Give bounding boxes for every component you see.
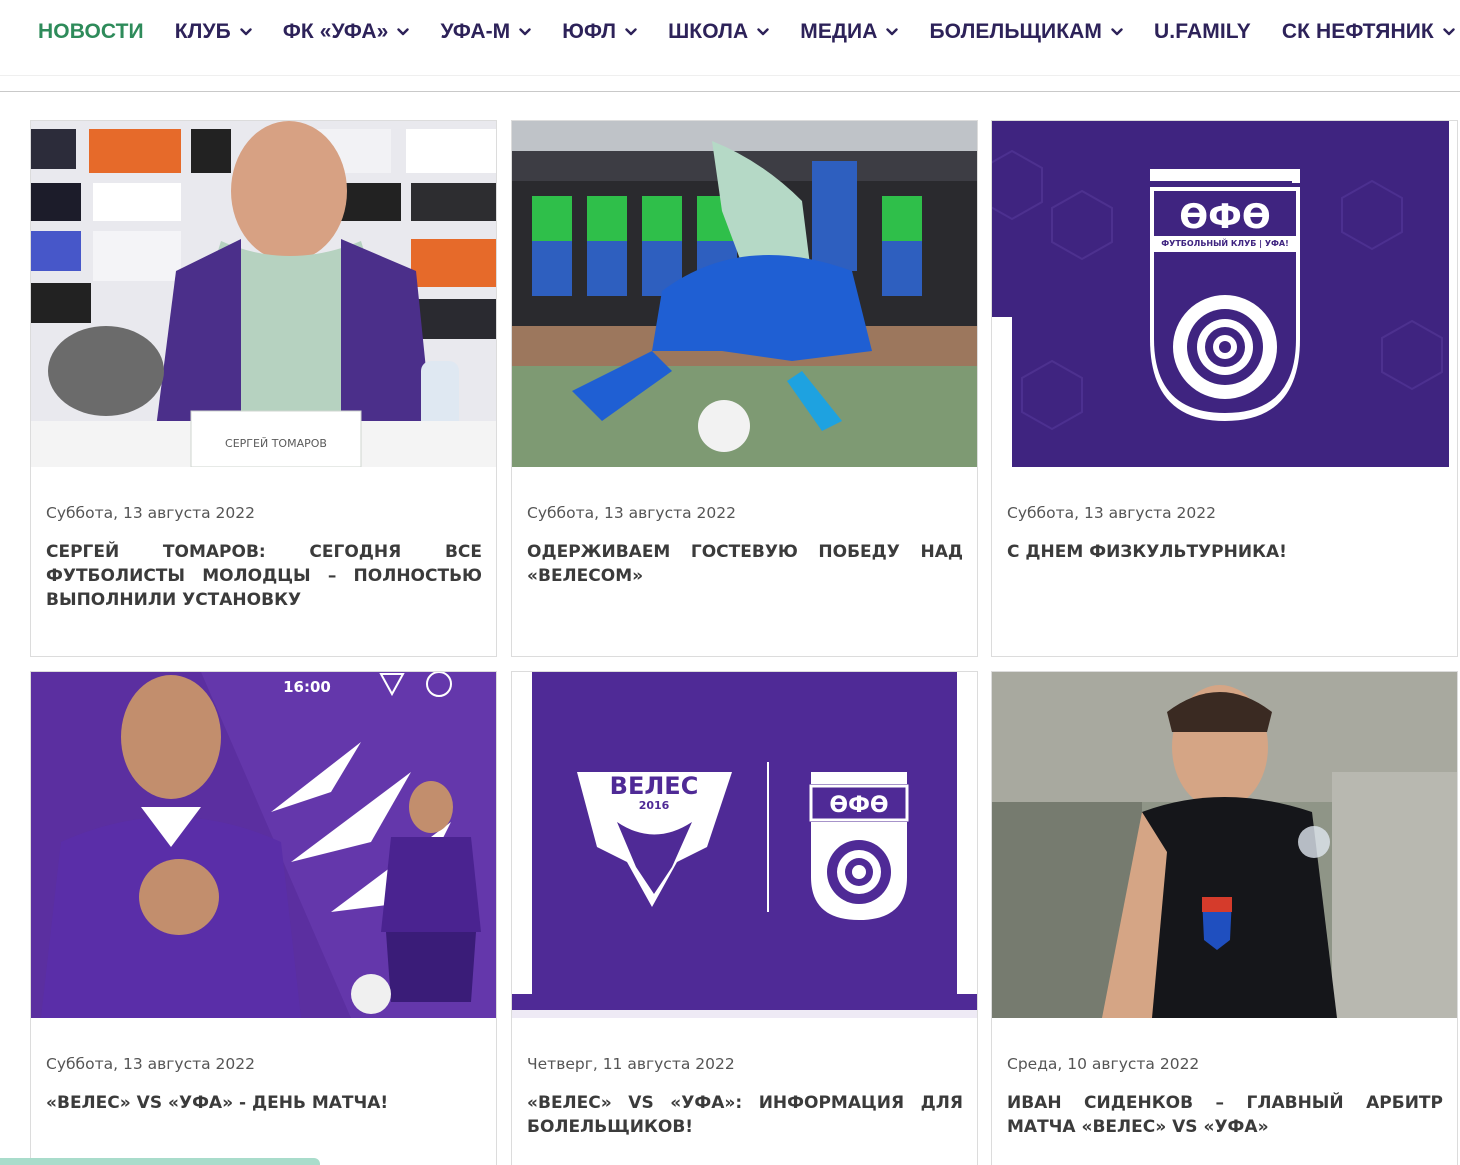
header-divider bbox=[0, 91, 1460, 92]
chevron-down-icon bbox=[1443, 27, 1455, 36]
news-card[interactable]: 16:00 Суббота, 13 августа 2022 «Велес» v… bbox=[30, 671, 497, 1165]
name-sign-text: СЕРГЕЙ ТОМАРОВ bbox=[225, 437, 327, 450]
notification-toast-edge[interactable] bbox=[0, 1158, 320, 1165]
club-logo-mark: ӨФӨ bbox=[1179, 197, 1271, 237]
news-title[interactable]: Иван Сиденков – главный арбитр матча «Ве… bbox=[1007, 1091, 1443, 1139]
chevron-down-icon bbox=[886, 27, 899, 36]
nav-item-sk-neftyanik[interactable]: СК НЕФТЯНИК bbox=[1282, 0, 1455, 64]
news-date: Суббота, 13 августа 2022 bbox=[527, 504, 737, 522]
news-image-matchday-poster[interactable]: 16:00 bbox=[31, 672, 496, 1018]
veles-logo-text: ВЕЛЕС bbox=[610, 772, 699, 800]
club-logo-text: ФУТБОЛЬНЫЙ КЛУБ | УФА! bbox=[1161, 237, 1289, 248]
nav-label: U.FAMILY bbox=[1154, 19, 1251, 43]
nav-label: ШКОЛА bbox=[668, 19, 749, 43]
nav-item-fc-ufa[interactable]: ФК «УФА» bbox=[283, 0, 410, 64]
nav-item-news[interactable]: НОВОСТИ bbox=[38, 0, 144, 64]
news-title[interactable]: Сергей Томаров: сегодня все футболисты м… bbox=[46, 540, 482, 612]
news-title[interactable]: «Велес» vs «Уфа» - день матча! bbox=[46, 1091, 482, 1115]
nav-label: БОЛЕЛЬЩИКАМ bbox=[929, 19, 1103, 43]
poster-time: 16:00 bbox=[283, 678, 331, 696]
nav-label: КЛУБ bbox=[174, 19, 231, 43]
news-card[interactable]: Суббота, 13 августа 2022 Одерживаем гост… bbox=[511, 120, 978, 657]
nav-item-club[interactable]: КЛУБ bbox=[175, 0, 252, 64]
news-card[interactable]: ВЕЛЕС 2016 ӨФӨ Четверг, 11 августа 2022 … bbox=[511, 671, 978, 1165]
nav-label: МЕДИА bbox=[800, 19, 878, 43]
nav-label: УФА-М bbox=[440, 19, 511, 43]
nav-item-ufa-m[interactable]: УФА-М bbox=[440, 0, 531, 64]
news-date: Суббота, 13 августа 2022 bbox=[1007, 504, 1217, 522]
news-title[interactable]: Одерживаем гостевую победу над «Велесом» bbox=[527, 540, 963, 588]
news-title[interactable]: «Велес» vs «Уфа»: информация для болельщ… bbox=[527, 1091, 963, 1139]
ufa-logo-mark: ӨФӨ bbox=[829, 793, 888, 818]
chevron-down-icon bbox=[625, 27, 637, 36]
news-card[interactable]: СЕРГЕЙ ТОМАРОВ Суббота, 13 августа 2022 … bbox=[30, 120, 497, 657]
news-date: Суббота, 13 августа 2022 bbox=[46, 1055, 256, 1073]
news-date: Суббота, 13 августа 2022 bbox=[46, 504, 256, 522]
news-image-press-conference[interactable]: СЕРГЕЙ ТОМАРОВ bbox=[31, 121, 496, 467]
news-image-club-logo[interactable]: ӨФӨ ФУТБОЛЬНЫЙ КЛУБ | УФА! bbox=[992, 121, 1457, 467]
news-image-match-action[interactable] bbox=[512, 121, 977, 467]
nav-label: НОВОСТИ bbox=[38, 19, 144, 43]
nav-item-ufamily[interactable]: U.FAMILY bbox=[1154, 0, 1251, 64]
nav-item-fans[interactable]: БОЛЕЛЬЩИКАМ bbox=[929, 0, 1123, 64]
nav-label: СК НЕФТЯНИК bbox=[1281, 19, 1434, 43]
chevron-down-icon bbox=[519, 27, 531, 36]
chevron-down-icon bbox=[1111, 27, 1123, 36]
news-image-veles-vs-ufa[interactable]: ВЕЛЕС 2016 ӨФӨ bbox=[512, 672, 977, 1018]
chevron-down-icon bbox=[240, 27, 252, 36]
nav-item-media[interactable]: МЕДИА bbox=[800, 0, 899, 64]
news-card[interactable]: ӨФӨ ФУТБОЛЬНЫЙ КЛУБ | УФА! Суббота, 13 а… bbox=[991, 120, 1458, 657]
nav-label: ФК «УФА» bbox=[282, 19, 389, 43]
veles-logo-year: 2016 bbox=[639, 799, 670, 812]
nav-label: ЮФЛ bbox=[562, 19, 617, 43]
news-date: Среда, 10 августа 2022 bbox=[1007, 1055, 1200, 1073]
nav-item-yufl[interactable]: ЮФЛ bbox=[562, 0, 637, 64]
news-title[interactable]: С Днем физкультурника! bbox=[1007, 540, 1443, 564]
nav-item-school[interactable]: ШКОЛА bbox=[668, 0, 769, 64]
chevron-down-icon bbox=[397, 27, 410, 36]
news-image-referee[interactable] bbox=[992, 672, 1457, 1018]
chevron-down-icon bbox=[757, 27, 769, 36]
top-navigation: НОВОСТИ КЛУБ ФК «УФА» УФА-М ЮФЛ ШКОЛА МЕ… bbox=[0, 0, 1460, 76]
news-card[interactable]: Среда, 10 августа 2022 Иван Сиденков – г… bbox=[991, 671, 1458, 1165]
news-date: Четверг, 11 августа 2022 bbox=[527, 1055, 735, 1073]
